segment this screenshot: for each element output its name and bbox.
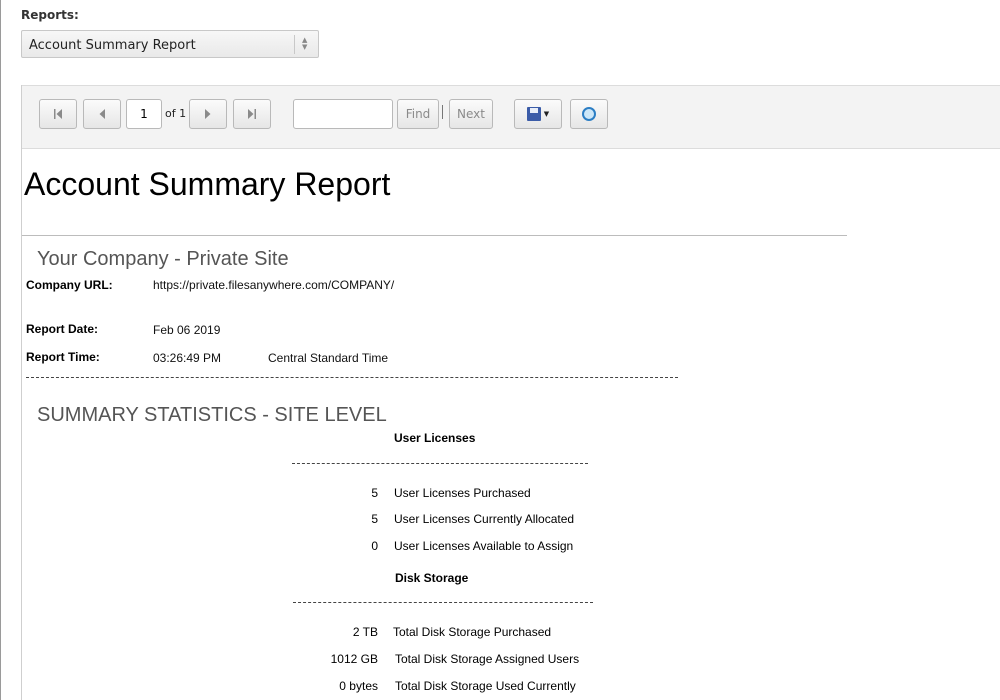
report-viewer: of 1 Find Next ▼ Account Summary Report …	[21, 85, 1000, 700]
storage-assigned-value: 1012 GB	[330, 652, 378, 666]
previous-page-button[interactable]	[83, 99, 121, 129]
report-title: Account Summary Report	[24, 166, 391, 202]
export-button[interactable]: ▼	[514, 99, 562, 129]
company-url-label: Company URL:	[26, 278, 113, 292]
refresh-button[interactable]	[570, 99, 608, 129]
save-icon	[526, 107, 541, 121]
report-time: 03:26:49 PM	[153, 351, 222, 365]
next-match-button[interactable]: Next	[449, 99, 493, 129]
licenses-available-label: User Licenses Available to Assign	[394, 539, 574, 553]
disk-storage-divider	[293, 602, 593, 603]
info-divider	[26, 377, 678, 378]
storage-assigned-label: Total Disk Storage Assigned Users	[395, 652, 580, 666]
next-page-icon	[205, 109, 211, 119]
first-page-button[interactable]	[39, 99, 77, 129]
storage-purchased-value: 2 TB	[352, 625, 378, 639]
storage-used-label: Total Disk Storage Used Currently	[395, 679, 576, 693]
report-select[interactable]: Account Summary Report ▲ ▼	[21, 30, 319, 58]
page-number-input[interactable]	[126, 99, 162, 129]
last-page-button[interactable]	[233, 99, 271, 129]
timezone: Central Standard Time	[268, 351, 389, 365]
find-button[interactable]: Find	[397, 99, 439, 129]
licenses-purchased-value: 5	[371, 486, 378, 500]
toolbar-separator	[442, 105, 443, 119]
reports-label: Reports:	[21, 8, 79, 22]
updown-arrows-icon: ▲ ▼	[302, 36, 308, 51]
licenses-allocated-value: 5	[371, 512, 378, 526]
report-time-label: Report Time:	[26, 350, 100, 364]
next-page-button[interactable]	[189, 99, 227, 129]
last-page-icon	[248, 109, 256, 119]
storage-purchased-label: Total Disk Storage Purchased	[393, 625, 552, 639]
report-date-label: Report Date:	[26, 322, 99, 336]
viewer-toolbar: of 1 Find Next ▼	[22, 85, 1000, 149]
licenses-purchased-label: User Licenses Purchased	[394, 486, 531, 500]
report-date: Feb 06 2019	[153, 323, 221, 337]
refresh-icon	[582, 107, 596, 121]
page-count-label: of 1	[165, 107, 187, 120]
user-licenses-heading: User Licenses	[394, 431, 476, 445]
find-input[interactable]	[293, 99, 393, 129]
licenses-available-value: 0	[371, 539, 378, 553]
site-name: Your Company - Private Site	[37, 248, 289, 270]
storage-used-value: 0 bytes	[339, 679, 378, 693]
disk-storage-heading: Disk Storage	[395, 571, 469, 585]
licenses-allocated-label: User Licenses Currently Allocated	[394, 512, 575, 526]
first-page-icon	[54, 109, 62, 119]
report-select-value: Account Summary Report	[29, 38, 196, 53]
page-left-border	[0, 0, 1, 700]
chevron-down-icon: ▼	[543, 110, 550, 118]
summary-title: SUMMARY STATISTICS - SITE LEVEL	[37, 404, 387, 426]
company-url: https://private.filesanywhere.com/COMPAN…	[153, 278, 395, 292]
previous-page-icon	[99, 109, 105, 119]
report-select-divider	[294, 35, 295, 54]
user-licenses-divider	[292, 463, 588, 464]
title-divider	[22, 235, 847, 236]
